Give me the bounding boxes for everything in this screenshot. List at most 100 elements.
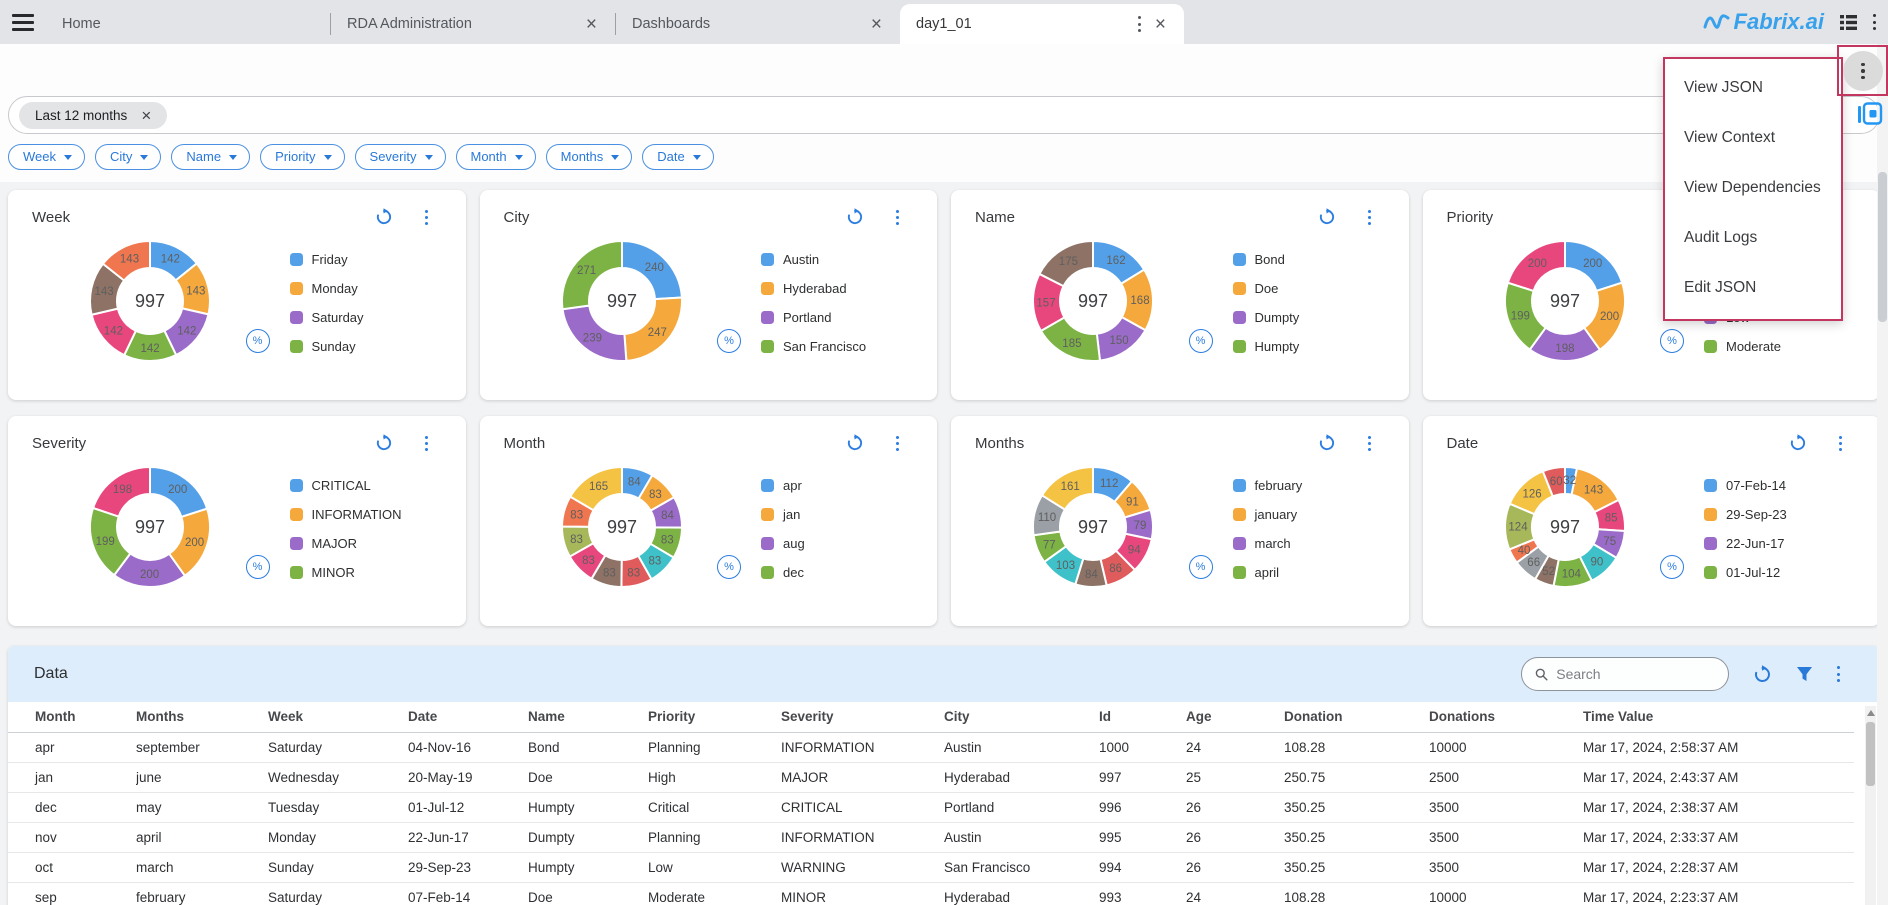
legend-minor[interactable]: MINOR (290, 558, 422, 587)
filter-pill-date[interactable]: Date (642, 144, 713, 170)
close-icon[interactable]: × (869, 15, 884, 34)
menu-item-view-context[interactable]: View Context (1665, 113, 1841, 163)
refresh-icon[interactable] (1789, 434, 1807, 452)
table-row[interactable]: novaprilMonday22-Jun-17DumptyPlanningINF… (8, 822, 1854, 852)
column-header-donations[interactable]: Donations (1429, 702, 1583, 732)
donut-chart[interactable]: 84838483838383838383165 997 (556, 461, 688, 598)
close-icon[interactable]: × (584, 15, 599, 34)
donut-chart[interactable]: 200200200199198 997 (84, 461, 216, 598)
filter-pill-months[interactable]: Months (546, 144, 633, 170)
legend-moderate[interactable]: Moderate (1704, 332, 1836, 361)
column-header-time-value[interactable]: Time Value (1583, 702, 1854, 732)
refresh-icon[interactable] (375, 208, 393, 226)
close-icon[interactable]: × (141, 107, 151, 124)
legend-hyderabad[interactable]: Hyderabad (761, 274, 893, 303)
donut-chart[interactable]: 240247239271 997 (556, 235, 688, 372)
percent-toggle-badge[interactable]: % (717, 555, 741, 579)
filter-pill-severity[interactable]: Severity (355, 144, 446, 170)
close-icon[interactable]: × (1153, 15, 1168, 34)
legend-february[interactable]: february (1233, 471, 1365, 500)
percent-toggle-badge[interactable]: % (246, 555, 270, 579)
table-refresh-icon[interactable] (1753, 665, 1772, 684)
card-kebab-icon[interactable] (896, 208, 899, 227)
column-header-name[interactable]: Name (528, 702, 648, 732)
card-kebab-icon[interactable] (1839, 434, 1842, 453)
column-header-severity[interactable]: Severity (781, 702, 944, 732)
legend-friday[interactable]: Friday (290, 245, 422, 274)
refresh-icon[interactable] (1318, 434, 1336, 452)
column-header-date[interactable]: Date (408, 702, 528, 732)
legend-humpty[interactable]: Humpty (1233, 332, 1365, 361)
time-filter-container[interactable]: Last 12 months × (8, 96, 1880, 134)
browser-kebab-icon[interactable] (1873, 13, 1876, 32)
legend-san-francisco[interactable]: San Francisco (761, 332, 893, 361)
legend-22-jun-17[interactable]: 22-Jun-17 (1704, 529, 1836, 558)
stack-icon[interactable] (1840, 14, 1857, 31)
legend-doe[interactable]: Doe (1233, 274, 1365, 303)
table-row[interactable]: janjuneWednesday20-May-19DoeHighMAJORHyd… (8, 762, 1854, 792)
table-row[interactable]: decmayTuesday01-Jul-12HumptyCriticalCRIT… (8, 792, 1854, 822)
column-header-priority[interactable]: Priority (648, 702, 781, 732)
tab-dashboards[interactable]: Dashboards × (616, 4, 900, 44)
page-scrollbar[interactable] (1877, 44, 1888, 905)
refresh-icon[interactable] (846, 208, 864, 226)
tab-kebab-icon[interactable] (1138, 15, 1141, 34)
percent-toggle-badge[interactable]: % (1189, 329, 1213, 353)
search-box[interactable] (1521, 657, 1729, 691)
legend-sunday[interactable]: Sunday (290, 332, 422, 361)
table-kebab-icon[interactable] (1837, 665, 1840, 684)
percent-toggle-badge[interactable]: % (1189, 555, 1213, 579)
legend-saturday[interactable]: Saturday (290, 303, 422, 332)
legend-07-feb-14[interactable]: 07-Feb-14 (1704, 471, 1836, 500)
column-header-age[interactable]: Age (1186, 702, 1284, 732)
card-kebab-icon[interactable] (425, 208, 428, 227)
legend-apr[interactable]: apr (761, 471, 893, 500)
legend-january[interactable]: january (1233, 500, 1365, 529)
legend-aug[interactable]: aug (761, 529, 893, 558)
menu-item-edit-json[interactable]: Edit JSON (1665, 263, 1841, 313)
menu-item-audit-logs[interactable]: Audit Logs (1665, 213, 1841, 263)
card-kebab-icon[interactable] (1368, 434, 1371, 453)
legend-bond[interactable]: Bond (1233, 245, 1365, 274)
table-filter-icon[interactable] (1796, 666, 1813, 682)
filter-pill-month[interactable]: Month (456, 144, 536, 170)
search-input[interactable] (1556, 666, 1715, 682)
legend-jan[interactable]: jan (761, 500, 893, 529)
table-row[interactable]: octmarchSunday29-Sep-23HumptyLowWARNINGS… (8, 852, 1854, 882)
legend-information[interactable]: INFORMATION (290, 500, 422, 529)
menu-item-view-json[interactable]: View JSON (1665, 63, 1841, 113)
refresh-icon[interactable] (1318, 208, 1336, 226)
menu-item-view-dependencies[interactable]: View Dependencies (1665, 163, 1841, 213)
time-range-chip[interactable]: Last 12 months × (19, 102, 167, 129)
percent-toggle-badge[interactable]: % (1660, 329, 1684, 353)
legend-01-jul-12[interactable]: 01-Jul-12 (1704, 558, 1836, 587)
column-header-donation[interactable]: Donation (1284, 702, 1429, 732)
donut-chart[interactable]: 142143142142142143143 997 (84, 235, 216, 372)
column-header-city[interactable]: City (944, 702, 1099, 732)
legend-major[interactable]: MAJOR (290, 529, 422, 558)
legend-dumpty[interactable]: Dumpty (1233, 303, 1365, 332)
card-kebab-icon[interactable] (425, 434, 428, 453)
donut-chart[interactable]: 3214385759010452664012412660 997 (1499, 461, 1631, 598)
dashboard-options-button[interactable] (1843, 51, 1883, 91)
tab-rda-administration[interactable]: RDA Administration × (331, 4, 615, 44)
card-kebab-icon[interactable] (1368, 208, 1371, 227)
filter-pill-city[interactable]: City (95, 144, 161, 170)
table-row[interactable]: aprseptemberSaturday04-Nov-16BondPlannin… (8, 732, 1854, 762)
percent-toggle-badge[interactable]: % (246, 329, 270, 353)
percent-toggle-badge[interactable]: % (717, 329, 741, 353)
donut-chart[interactable]: 162168150185157175 997 (1027, 235, 1159, 372)
scroll-up-icon[interactable] (1867, 710, 1875, 716)
legend-april[interactable]: april (1233, 558, 1365, 587)
card-kebab-icon[interactable] (896, 434, 899, 453)
column-header-id[interactable]: Id (1099, 702, 1186, 732)
tab-day1-01[interactable]: day1_01 × (900, 4, 1184, 44)
filter-pill-name[interactable]: Name (171, 144, 250, 170)
filter-pill-priority[interactable]: Priority (260, 144, 344, 170)
legend-portland[interactable]: Portland (761, 303, 893, 332)
legend-dec[interactable]: dec (761, 558, 893, 587)
legend-march[interactable]: march (1233, 529, 1365, 558)
table-row[interactable]: sepfebruarySaturday07-Feb-14DoeModerateM… (8, 882, 1854, 905)
refresh-icon[interactable] (846, 434, 864, 452)
legend-austin[interactable]: Austin (761, 245, 893, 274)
